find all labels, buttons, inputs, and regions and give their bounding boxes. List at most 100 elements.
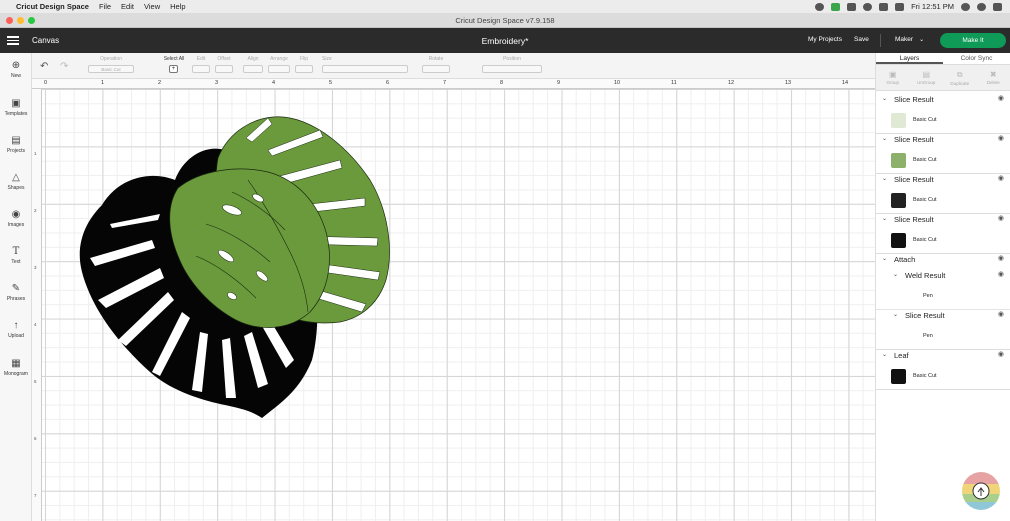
operation-dropdown[interactable]: Operation Basic Cut [88,56,134,73]
airplay-icon[interactable] [879,2,889,11]
flip-icon [295,65,313,73]
menu-app-name[interactable]: Cricut Design Space [16,2,89,11]
make-it-button[interactable]: Make It [940,33,1006,48]
hamburger-menu-icon[interactable] [7,36,19,45]
layer-group[interactable]: ⌄ Slice Result ◉ Basic Cut [876,174,1010,214]
sidebar-item-upload[interactable]: ↑ Upload [0,320,32,339]
plus-circle-icon: ⊕ [11,60,21,71]
chevron-down-icon[interactable]: ⌄ [882,175,887,182]
menu-edit[interactable]: Edit [121,2,134,11]
rotate-field[interactable]: Rotate [422,56,450,73]
status-green-icon[interactable] [831,2,841,11]
slice-result-group[interactable]: ⌄ Slice Result ◉ Pen [876,310,1010,350]
tab-layers[interactable]: Layers [876,53,943,64]
ungroup-label: UnGroup [917,80,936,85]
align-dropdown[interactable]: Align [243,56,263,73]
duplicate-button[interactable]: ⧉ Duplicate [943,65,977,90]
layer-group[interactable]: ⌄ Slice Result ◉ Basic Cut [876,94,1010,134]
edit-dropdown[interactable]: Edit [192,56,210,73]
leaf-group[interactable]: ⌄ Leaf ◉ Basic Cut [876,350,1010,390]
redo-icon[interactable]: ↷ [60,61,68,72]
eye-icon[interactable]: ◉ [998,134,1004,142]
layer-group[interactable]: ⌄ Slice Result ◉ Basic Cut [876,214,1010,254]
control-center-icon[interactable] [993,2,1002,11]
sidebar-item-images[interactable]: ◉ Images [0,209,32,228]
size-controls[interactable]: Size [322,56,408,73]
text-icon: T [12,246,20,257]
my-projects-button[interactable]: My Projects [808,36,842,43]
spotlight-search-icon[interactable] [961,2,970,11]
layer-item[interactable]: Basic Cut [876,191,1010,209]
chevron-down-icon[interactable]: ⌄ [893,271,898,278]
group-button[interactable]: ▣ Group [876,65,910,90]
save-button[interactable]: Save [854,36,869,43]
ungroup-icon: ▤ [922,70,931,79]
eye-icon[interactable]: ◉ [998,214,1004,222]
layer-item[interactable]: Basic Cut [876,367,1010,385]
eye-icon[interactable]: ◉ [998,94,1004,102]
attach-group[interactable]: ⌄ Attach ◉ ⌄ Weld Result ◉ Pen ⌄ Slice Result… [876,254,1010,350]
document-title[interactable]: Embroidery* [482,36,529,46]
layer-item[interactable]: Basic Cut [876,111,1010,129]
shapes-icon: △ [12,172,20,183]
layer-type: Basic Cut [913,237,937,243]
tab-color-sync[interactable]: Color Sync [943,53,1010,64]
layer-item[interactable]: Pen [876,287,1010,305]
eye-icon[interactable]: ◉ [998,270,1004,278]
select-all-button[interactable]: Select All + [162,56,186,73]
layer-item[interactable]: Basic Cut [876,151,1010,169]
sidebar-item-phrases[interactable]: ✎ Phrases [0,283,32,302]
chevron-down-icon[interactable]: ⌄ [893,311,898,318]
sidebar-item-text[interactable]: T Text [0,246,32,265]
sidebar-item-monogram[interactable]: ▦ Monogram [0,358,32,377]
undo-icon[interactable]: ↶ [40,61,48,72]
vruler-label: 3 [34,265,37,270]
eye-icon[interactable]: ◉ [998,310,1004,318]
bluetooth-icon[interactable] [847,2,857,11]
eye-icon[interactable]: ◉ [998,174,1004,182]
weld-result-group[interactable]: ⌄ Weld Result ◉ Pen [876,270,1010,310]
machine-selector[interactable]: Maker ⌄ [895,36,924,43]
sidebar-item-shapes[interactable]: △ Shapes [0,172,32,191]
chevron-down-icon[interactable]: ⌄ [882,255,887,262]
wifi-icon[interactable] [863,2,873,11]
status-app-icon[interactable] [815,2,825,11]
offset-button[interactable]: Offset [215,56,233,73]
siri-icon[interactable] [977,2,986,11]
layer-item[interactable]: Basic Cut [876,231,1010,249]
ruler-label: 6 [386,80,390,86]
rotate-icon [422,65,450,73]
volume-icon[interactable] [895,2,905,11]
layer-item[interactable]: Pen [876,327,1010,345]
delete-label: Delete [986,80,1000,85]
arrange-dropdown[interactable]: Arrange [268,56,290,73]
flip-dropdown[interactable]: Flip [295,56,313,73]
monstera-artwork[interactable] [42,89,875,521]
design-canvas[interactable] [42,89,875,521]
eye-icon[interactable]: ◉ [998,350,1004,358]
chevron-down-icon[interactable]: ⌄ [882,215,887,222]
menu-help[interactable]: Help [170,2,185,11]
ungroup-button[interactable]: ▤ UnGroup [910,65,944,90]
menu-view[interactable]: View [144,2,160,11]
chevron-down-icon[interactable]: ⌄ [882,135,887,142]
menu-file[interactable]: File [99,2,111,11]
chevron-down-icon[interactable]: ⌄ [882,351,887,358]
eye-icon[interactable]: ◉ [998,254,1004,262]
position-fields[interactable]: Position [482,56,542,73]
sidebar-label-projects: Projects [6,148,26,154]
vruler-label: 6 [34,436,37,441]
layer-name: Slice Result [894,215,934,224]
vruler-label: 4 [34,322,37,327]
sidebar-item-new[interactable]: ⊕ New [0,60,32,79]
chevron-down-icon[interactable]: ⌄ [882,95,887,102]
sidebar-item-templates[interactable]: ▣ Templates [0,98,32,117]
offset-icon [215,65,233,73]
select-all-label: Select All [163,56,185,62]
menubar-clock[interactable]: Fri 12:51 PM [911,2,954,11]
layers-panel: Layers Color Sync ▣ Group ▤ UnGroup ⧉ Dupli… [875,53,1010,521]
sidebar-item-projects[interactable]: ▤ Projects [0,135,32,154]
layer-group[interactable]: ⌄ Slice Result ◉ Basic Cut [876,134,1010,174]
delete-button[interactable]: ✖ Delete [977,65,1010,90]
horizontal-ruler: 0 1 2 3 4 5 6 7 8 9 10 11 12 13 14 [32,79,875,89]
